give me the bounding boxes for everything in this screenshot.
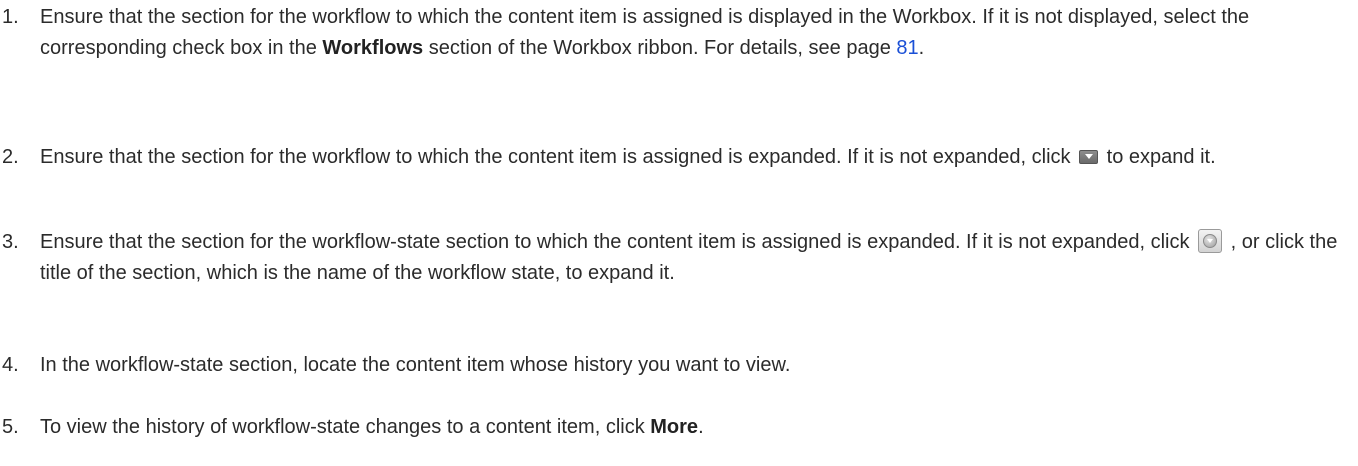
ui-label-more: More [650,416,699,438]
step-number: 2. [2,146,19,168]
expand-triangle-icon [1079,150,1099,164]
page-link[interactable]: 81 [896,37,918,59]
step-number: 4. [2,354,19,376]
step-text: To view the history of workflow-state ch… [40,416,704,438]
step-text: In the workflow-state section, locate th… [40,354,791,376]
step-text: Ensure that the section for the workflow… [40,6,1250,59]
expand-circle-icon [1198,229,1223,253]
step-text: Ensure that the section for the workflow… [40,146,1216,168]
step-number: 1. [2,6,19,28]
ui-label-workflows: Workflows [322,37,424,59]
step-number: 5. [2,416,19,438]
step-number: 3. [2,231,19,253]
step-text: Ensure that the section for the workflow… [40,229,1338,284]
